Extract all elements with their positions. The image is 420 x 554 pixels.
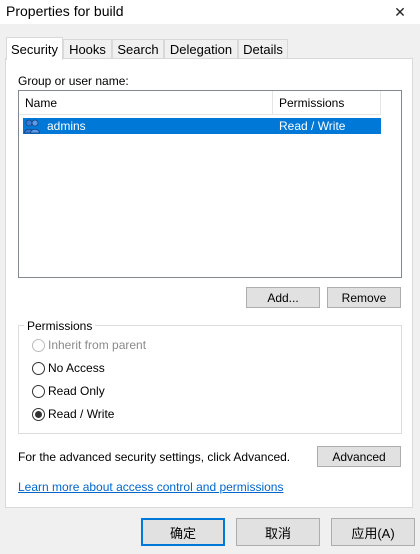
radio-button[interactable] [32,361,45,375]
list-item[interactable]: admins Read / Write [23,118,381,134]
radio-label: Read Only [48,384,105,398]
tab-details[interactable]: Details [238,39,288,59]
permissions-group-label: Permissions [24,319,96,333]
row-permissions: Read / Write [279,119,346,133]
cancel-button[interactable]: 取消 [236,518,320,546]
column-header-permissions[interactable]: Permissions [273,91,381,115]
remove-button[interactable]: Remove [327,287,401,308]
close-icon[interactable]: ✕ [380,0,420,24]
radio-no-access[interactable]: No Access [32,360,105,376]
tab-delegation[interactable]: Delegation [164,39,238,59]
column-header-name[interactable]: Name [19,91,273,115]
tab-security[interactable]: Security [6,37,63,60]
title-bar: Properties for build ✕ [0,0,420,24]
radio-label: No Access [48,361,105,375]
radio-read-only[interactable]: Read Only [32,383,105,399]
radio-inherit-from-parent[interactable]: Inherit from parent [32,337,146,353]
radio-label: Read / Write [48,407,115,421]
user-group-icon [24,118,40,134]
tab-search[interactable]: Search [112,39,164,59]
advanced-button[interactable]: Advanced [317,446,401,467]
radio-button[interactable] [32,407,45,421]
radio-button[interactable] [32,384,45,398]
group-or-user-label: Group or user name: [18,74,129,88]
add-button[interactable]: Add... [246,287,320,308]
window-title: Properties for build [6,3,124,19]
radio-read-write[interactable]: Read / Write [32,406,114,422]
list-header: Name Permissions [19,91,381,115]
advanced-description: For the advanced security settings, clic… [18,450,291,464]
tab-hooks[interactable]: Hooks [63,39,112,59]
row-name: admins [47,119,86,133]
radio-label: Inherit from parent [48,338,147,352]
user-list[interactable]: Name Permissions admins Read / Write [18,90,402,278]
ok-button[interactable]: 确定 [141,518,225,546]
apply-button[interactable]: 应用(A) [331,518,415,546]
radio-button[interactable] [32,338,45,352]
help-link[interactable]: Learn more about access control and perm… [18,480,283,494]
